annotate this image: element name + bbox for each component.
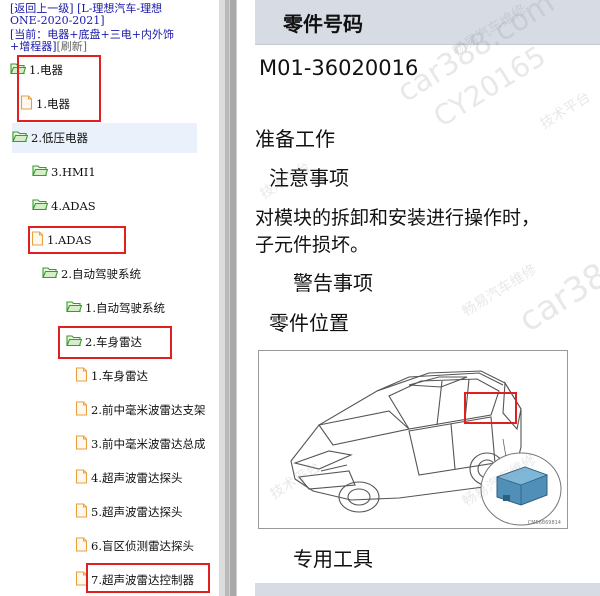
tree-item-label: 2.低压电器 bbox=[31, 131, 88, 145]
caution-text-line-1: 对模块的拆卸和安装进行操作时， bbox=[255, 207, 541, 229]
part-location-figure: CM56869814 bbox=[258, 350, 568, 529]
tree-item-label: 3.前中毫米波雷达总成 bbox=[91, 437, 206, 451]
tree-item-label: 4.超声波雷达探头 bbox=[91, 471, 183, 485]
tree-item-label: 5.超声波雷达探头 bbox=[91, 505, 183, 519]
document-icon bbox=[75, 401, 88, 419]
tree-item[interactable]: 3.前中毫米波雷达总成 bbox=[75, 429, 219, 459]
header-divider bbox=[255, 44, 600, 45]
tree-item[interactable]: 2.低压电器 bbox=[12, 123, 197, 153]
highlight-box bbox=[86, 563, 210, 593]
document-icon bbox=[75, 435, 88, 453]
highlight-box bbox=[17, 55, 101, 122]
figure-code: CM56869814 bbox=[527, 520, 561, 526]
current-path-line-2-text: +增程器] bbox=[10, 40, 57, 53]
tree-item-label: 2.前中毫米波雷达支架 bbox=[91, 403, 206, 417]
folder-open-icon bbox=[12, 130, 29, 146]
document-view: 零件号码 M01-36020016 准备工作 注意事项 对模块的拆卸和安装进行操… bbox=[237, 0, 600, 596]
document-icon bbox=[75, 503, 88, 521]
current-path-line-2: +增程器][刷新] bbox=[10, 41, 87, 53]
document-icon bbox=[75, 367, 88, 385]
tree-item-label: 4.ADAS bbox=[51, 199, 96, 213]
vehicle-illustration bbox=[290, 370, 562, 526]
tree-item[interactable]: 2.前中毫米波雷达支架 bbox=[75, 395, 219, 425]
navigation-tree-panel: [返回上一级] [L-理想汽车-理想 ONE-2020-2021] [当前：电器… bbox=[0, 0, 219, 596]
part-number-header: 零件号码 bbox=[283, 12, 363, 36]
tree-item-label: 6.盲区侦测雷达探头 bbox=[91, 539, 194, 553]
tree-item[interactable]: 4.ADAS bbox=[32, 191, 197, 221]
tree-item[interactable]: 6.盲区侦测雷达探头 bbox=[75, 531, 219, 561]
special-tools-heading: 专用工具 bbox=[293, 547, 373, 571]
tree-item-label: 3.HMI1 bbox=[51, 165, 96, 179]
watermark: 技术平台 bbox=[537, 89, 594, 133]
tree-item-label: 2.自动驾驶系统 bbox=[61, 267, 141, 281]
document-scrollbar-thumb[interactable] bbox=[230, 0, 236, 596]
tree-item[interactable]: 2.自动驾驶系统 bbox=[42, 259, 212, 289]
manual-title-line-2: ONE-2020-2021] bbox=[10, 14, 105, 27]
folder-open-icon bbox=[32, 198, 49, 214]
highlight-box bbox=[58, 326, 172, 359]
special-tools-table-header bbox=[255, 583, 600, 596]
warning-heading: 警告事项 bbox=[293, 271, 373, 295]
highlight-box bbox=[28, 226, 126, 254]
folder-open-icon bbox=[66, 300, 83, 316]
tree-item[interactable]: 3.HMI1 bbox=[32, 157, 197, 187]
document-icon bbox=[75, 537, 88, 555]
folder-open-icon bbox=[42, 266, 59, 282]
tree-item[interactable]: 1.自动驾驶系统 bbox=[66, 293, 216, 323]
tree-item-label: 1.车身雷达 bbox=[91, 369, 148, 383]
tree-item-label: 1.自动驾驶系统 bbox=[85, 301, 165, 315]
document-icon bbox=[75, 469, 88, 487]
caution-text-line-2: 子元件损坏。 bbox=[255, 234, 370, 256]
tree-item[interactable]: 5.超声波雷达探头 bbox=[75, 497, 219, 527]
tree-item[interactable]: 4.超声波雷达探头 bbox=[75, 463, 219, 493]
refresh-link[interactable]: [刷新] bbox=[57, 40, 88, 53]
folder-open-icon bbox=[32, 164, 49, 180]
location-heading: 零件位置 bbox=[269, 311, 349, 335]
prep-heading: 准备工作 bbox=[255, 127, 335, 151]
tree-item[interactable]: 1.车身雷达 bbox=[75, 361, 219, 391]
